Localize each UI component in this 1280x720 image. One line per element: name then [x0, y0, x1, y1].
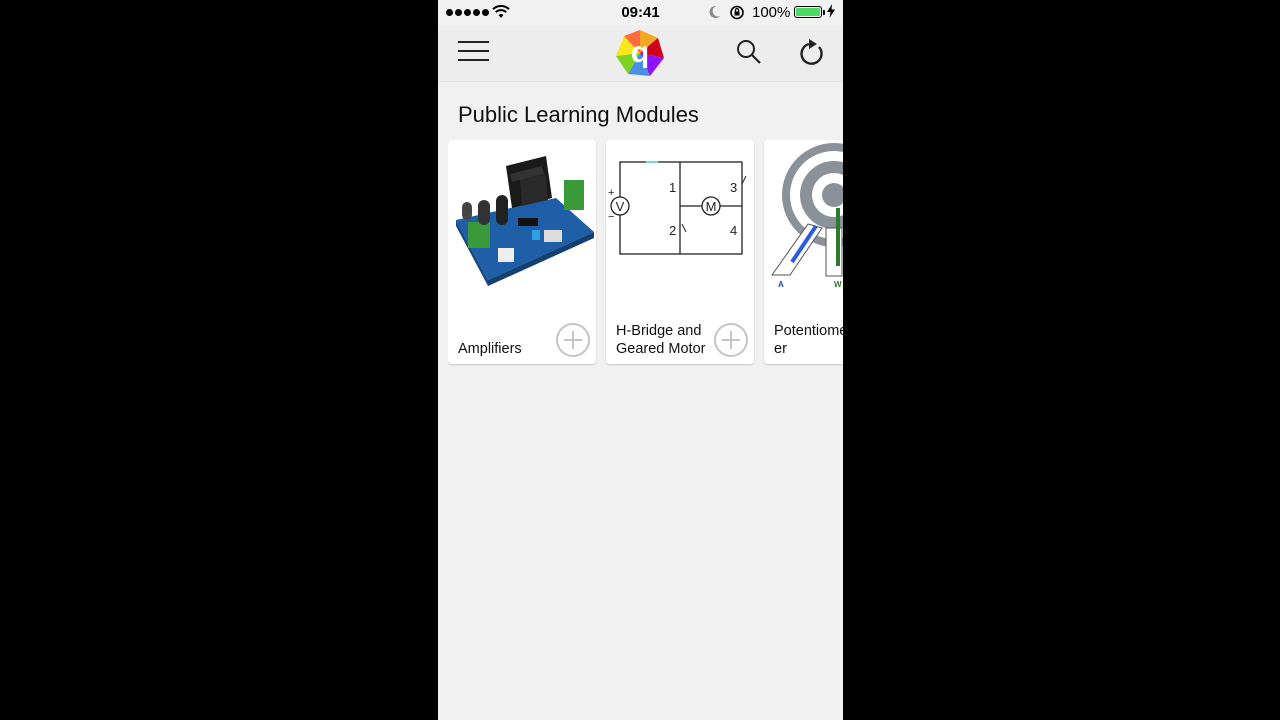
amplifier-board-image: [448, 140, 596, 290]
battery-percent: 100%: [752, 4, 791, 21]
svg-text:3: 3: [730, 180, 737, 195]
svg-text:1: 1: [669, 180, 676, 195]
svg-text:W: W: [834, 280, 842, 289]
potentiometer-diagram: A W: [764, 140, 843, 290]
module-card-potentiometer[interactable]: A W Potentiometer: [764, 140, 843, 364]
svg-text:+: +: [608, 187, 614, 199]
module-card-amplifiers[interactable]: Amplifiers: [448, 140, 596, 364]
module-carousel[interactable]: Amplifiers V + − M 1 2 3 4 H-Bridge and …: [448, 140, 843, 366]
phone-screen: 09:41 100% q Public Learning Modules Amp…: [438, 0, 843, 720]
module-card-h-bridge[interactable]: V + − M 1 2 3 4 H-Bridge and Geared Moto…: [606, 140, 754, 364]
svg-text:4: 4: [730, 223, 737, 238]
logo-letter: q: [631, 36, 649, 69]
top-navbar: q: [438, 26, 843, 82]
rotation-lock-icon: [730, 5, 744, 20]
section-title: Public Learning Modules: [458, 102, 699, 127]
svg-text:M: M: [706, 199, 717, 214]
refresh-icon[interactable]: [797, 38, 825, 68]
h-bridge-circuit-diagram: V + − M 1 2 3 4: [606, 140, 754, 290]
battery-icon: [794, 6, 825, 18]
add-module-button[interactable]: [556, 323, 590, 357]
search-icon[interactable]: [736, 39, 762, 65]
svg-text:V: V: [616, 199, 625, 214]
svg-text:A: A: [778, 280, 784, 289]
module-label: Potentiometer: [774, 323, 843, 357]
add-module-button[interactable]: [714, 323, 748, 357]
app-logo[interactable]: q: [614, 28, 666, 78]
hamburger-menu-icon[interactable]: [458, 41, 489, 63]
svg-text:−: −: [608, 211, 614, 223]
svg-text:2: 2: [669, 223, 676, 238]
module-label: H-Bridge and Geared Motor: [616, 323, 706, 357]
charging-bolt-icon: [827, 4, 835, 18]
status-bar: 09:41 100%: [438, 0, 843, 26]
module-label: Amplifiers: [458, 341, 522, 357]
moon-icon: [709, 5, 720, 18]
